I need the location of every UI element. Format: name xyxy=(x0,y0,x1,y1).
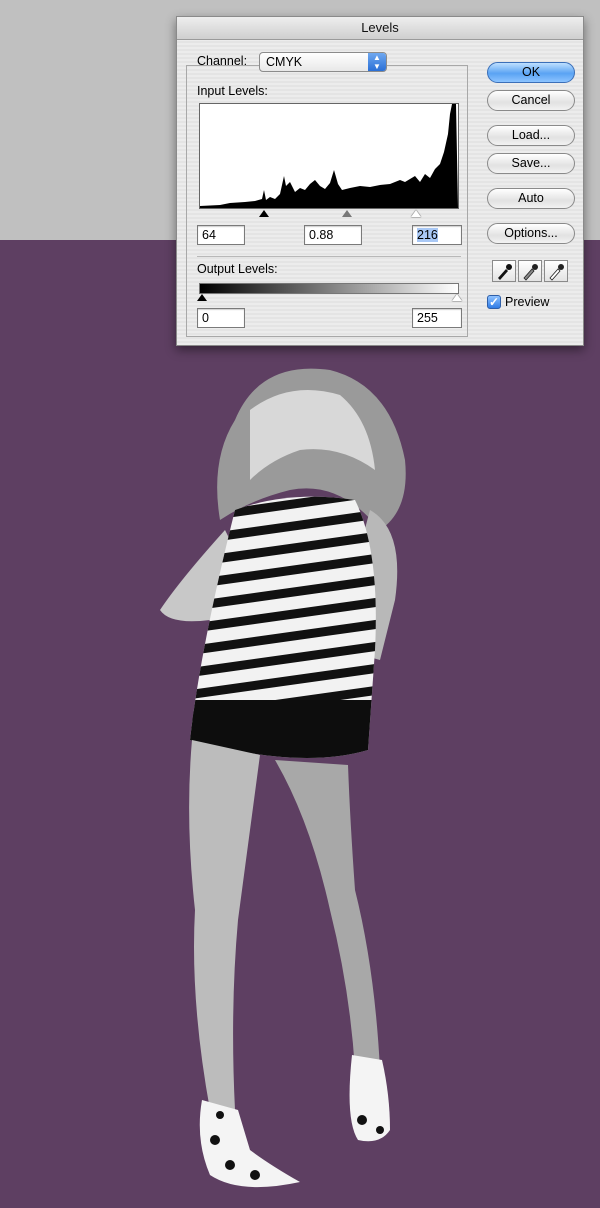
checkmark-icon: ✓ xyxy=(488,295,500,309)
input-black-field[interactable]: 64 xyxy=(197,225,245,245)
gray-eyedropper-button[interactable] xyxy=(518,260,542,282)
input-white-field[interactable]: 216 xyxy=(412,225,462,245)
input-gamma-slider[interactable] xyxy=(342,210,352,217)
ok-button[interactable]: OK xyxy=(487,62,575,83)
cancel-button[interactable]: Cancel xyxy=(487,90,575,111)
output-white-field[interactable]: 255 xyxy=(412,308,462,328)
select-arrows-icon: ▲ ▼ xyxy=(368,53,386,71)
channel-value: CMYK xyxy=(266,55,303,69)
black-eyedropper-icon xyxy=(498,264,512,280)
channel-label: Channel: xyxy=(197,54,248,68)
save-button[interactable]: Save... xyxy=(487,153,575,174)
preview-label: Preview xyxy=(505,295,550,309)
output-levels-label: Output Levels: xyxy=(197,262,278,276)
preview-checkbox[interactable]: ✓ xyxy=(487,295,501,309)
black-eyedropper-button[interactable] xyxy=(492,260,516,282)
options-button[interactable]: Options... xyxy=(487,223,575,244)
channel-select[interactable]: CMYK ▲ ▼ xyxy=(259,52,387,72)
input-gamma-field[interactable]: 0.88 xyxy=(304,225,362,245)
auto-button[interactable]: Auto xyxy=(487,188,575,209)
dialog-title: Levels xyxy=(177,17,583,40)
histogram xyxy=(199,103,459,209)
input-white-slider[interactable] xyxy=(411,210,421,217)
input-black-slider[interactable] xyxy=(259,210,269,217)
load-button[interactable]: Load... xyxy=(487,125,575,146)
white-eyedropper-button[interactable] xyxy=(544,260,568,282)
output-gradient-bar xyxy=(199,283,459,294)
input-white-value: 216 xyxy=(417,228,438,242)
divider xyxy=(197,256,461,257)
white-eyedropper-icon xyxy=(549,264,564,281)
gray-eyedropper-icon xyxy=(523,264,538,281)
output-white-slider[interactable] xyxy=(452,294,462,301)
output-black-slider[interactable] xyxy=(197,294,207,301)
output-black-field[interactable]: 0 xyxy=(197,308,245,328)
photo-subject xyxy=(160,368,406,1188)
input-levels-label: Input Levels: xyxy=(197,84,268,98)
levels-dialog: Levels Channel: CMYK ▲ ▼ Input Levels: 64… xyxy=(176,16,584,346)
